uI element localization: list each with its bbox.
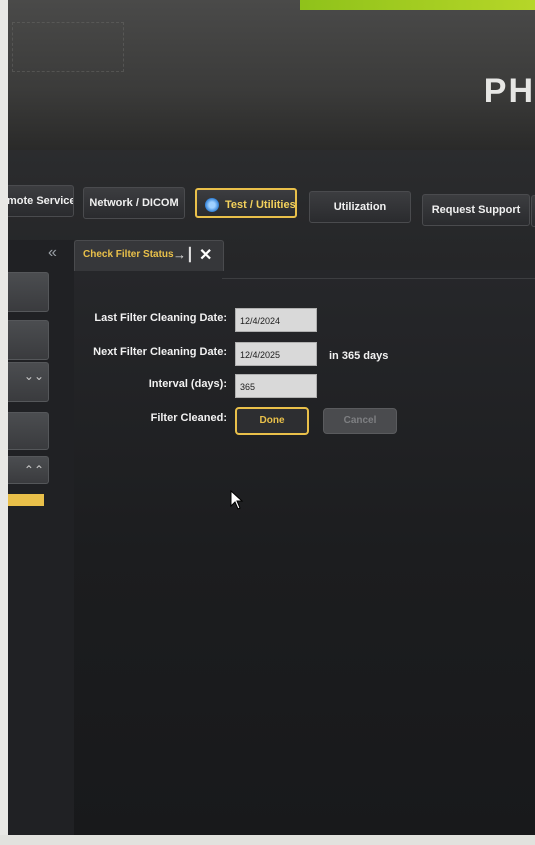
next-cleaning-label: Next Filter Cleaning Date:: [93, 346, 227, 358]
days-remaining-text: in 365 days: [329, 350, 389, 362]
overflow-button[interactable]: [531, 195, 535, 227]
gear-icon: [205, 198, 219, 213]
screen-left-frame: [0, 0, 8, 845]
left-panel-button-1[interactable]: [8, 272, 49, 312]
last-cleaning-date-field[interactable]: 12/4/2024: [235, 308, 317, 332]
tab-check-filter-status[interactable]: Check Filter Status →┃ ✕: [74, 240, 224, 271]
chevron-down-icon: ⌄⌄: [23, 369, 44, 383]
screen-bottom-frame: [0, 835, 535, 845]
remote-services-button[interactable]: mote Services: [8, 185, 74, 217]
filter-cleaned-label: Filter Cleaned:: [150, 412, 227, 424]
tab-divider: [222, 278, 535, 279]
chevron-up-icon: ⌃⌃: [23, 463, 44, 477]
last-cleaning-label: Last Filter Cleaning Date:: [94, 312, 227, 324]
left-panel-button-4[interactable]: [8, 412, 49, 450]
left-panel-button-2[interactable]: [8, 320, 49, 360]
top-toolbar: mote Services Network / DICOM Test / Uti…: [8, 180, 535, 230]
interval-label: Interval (days):: [148, 378, 227, 390]
test-utilities-label: Test / Utilities: [225, 199, 296, 211]
network-dicom-button[interactable]: Network / DICOM: [83, 187, 185, 219]
screen: mote Services Network / DICOM Test / Uti…: [8, 150, 535, 835]
close-icon[interactable]: ✕: [199, 245, 212, 265]
left-panel-button-3[interactable]: ⌄⌄: [8, 362, 49, 402]
background-green-strip: [300, 0, 535, 10]
check-filter-panel: Last Filter Cleaning Date: 12/4/2024 Nex…: [74, 270, 535, 835]
interval-days-field[interactable]: 365: [235, 374, 317, 398]
tab-label: Check Filter Status: [83, 249, 174, 260]
bezel-sticker: [12, 22, 124, 72]
utilization-button[interactable]: Utilization: [309, 191, 411, 223]
left-panel-selected-item[interactable]: [8, 494, 44, 506]
mouse-cursor-icon: [230, 490, 244, 510]
left-panel: ⌄⌄ ⌃⌃: [8, 240, 74, 835]
request-support-button[interactable]: Request Support: [422, 194, 530, 226]
next-cleaning-date-field[interactable]: 12/4/2025: [235, 342, 317, 366]
brand-logo: PH: [483, 72, 535, 110]
left-panel-section-header[interactable]: ⌃⌃: [8, 456, 49, 484]
test-utilities-button[interactable]: Test / Utilities: [195, 188, 297, 218]
collapse-left-icon[interactable]: «: [48, 244, 57, 262]
cancel-button[interactable]: Cancel: [323, 408, 397, 434]
pin-icon[interactable]: →┃: [173, 247, 194, 263]
done-button[interactable]: Done: [235, 407, 309, 435]
